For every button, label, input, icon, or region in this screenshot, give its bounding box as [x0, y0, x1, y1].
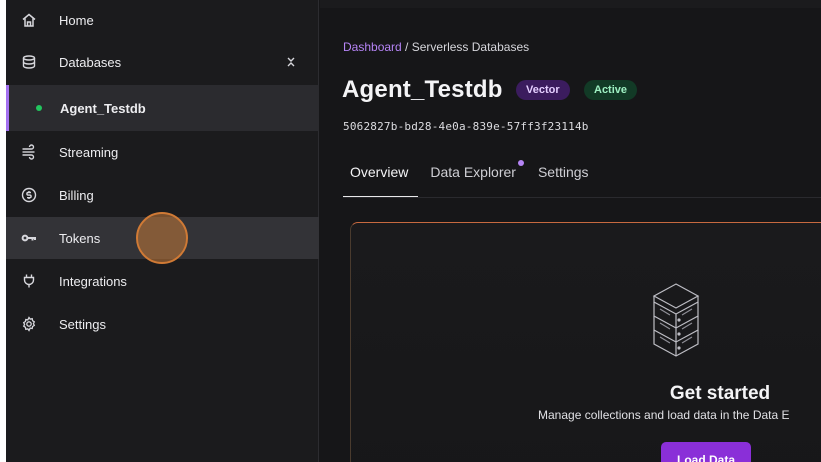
- chevron-collapse-icon[interactable]: [285, 54, 297, 70]
- gear-icon: [21, 316, 37, 332]
- tab-bar: Overview Data Explorer Settings: [343, 158, 611, 198]
- main-content: Dashboard / Serverless Databases Agent_T…: [320, 0, 821, 462]
- load-data-button[interactable]: Load Data: [661, 442, 751, 462]
- key-icon: [21, 230, 37, 246]
- tab-label: Settings: [537, 164, 589, 180]
- plug-icon: [21, 273, 37, 289]
- streaming-icon: [21, 144, 37, 160]
- sidebar-item-label: Agent_Testdb: [60, 100, 146, 116]
- tab-overview[interactable]: Overview: [343, 158, 419, 198]
- tab-label: Overview: [350, 164, 409, 180]
- sidebar-item-label: Tokens: [59, 230, 101, 246]
- sidebar-item-integrations[interactable]: Integrations: [6, 260, 319, 302]
- sidebar-item-label: Integrations: [59, 273, 127, 289]
- tab-label: Data Explorer: [430, 164, 516, 180]
- sidebar-item-label: Billing: [59, 187, 94, 203]
- empty-state-panel: [350, 222, 821, 462]
- sidebar-item-label: Settings: [59, 316, 106, 332]
- type-badge: Vector: [516, 80, 570, 100]
- breadcrumb-current: Serverless Databases: [411, 40, 530, 54]
- sidebar-item-billing[interactable]: Billing: [6, 174, 319, 216]
- breadcrumb: Dashboard / Serverless Databases: [343, 40, 529, 54]
- sidebar-item-home[interactable]: Home: [6, 0, 319, 40]
- empty-state-description: Manage collections and load data in the …: [538, 408, 790, 422]
- tab-settings[interactable]: Settings: [538, 158, 589, 198]
- status-dot: [36, 105, 42, 111]
- tab-divider: [343, 197, 821, 198]
- tab-data-explorer[interactable]: Data Explorer: [430, 158, 524, 198]
- page-title: Agent_Testdb: [342, 76, 503, 103]
- billing-icon: [21, 187, 37, 203]
- app-window: Home Databases Agent_Testdb Streaming Bi…: [6, 0, 821, 462]
- breadcrumb-separator: /: [401, 40, 412, 54]
- sidebar-item-agent-testdb[interactable]: Agent_Testdb: [6, 85, 319, 131]
- sidebar-item-label: Streaming: [59, 144, 119, 160]
- breadcrumb-dashboard-link[interactable]: Dashboard: [343, 40, 402, 54]
- empty-state-title: Get started: [669, 383, 771, 404]
- sidebar-item-label: Home: [59, 12, 94, 28]
- cursor-indicator: [136, 212, 188, 264]
- status-badge: Active: [584, 80, 638, 100]
- sidebar: Home Databases Agent_Testdb Streaming Bi…: [6, 0, 319, 462]
- top-bar: [320, 0, 821, 8]
- database-icon: [21, 54, 37, 70]
- database-id: 5062827b-bd28-4e0a-839e-57ff3f23114b: [343, 120, 589, 133]
- sidebar-item-settings[interactable]: Settings: [6, 303, 319, 345]
- sidebar-item-label: Databases: [59, 54, 122, 70]
- sidebar-item-streaming[interactable]: Streaming: [6, 131, 319, 173]
- sidebar-item-databases[interactable]: Databases: [6, 41, 319, 83]
- notification-dot: [517, 160, 524, 166]
- home-icon: [21, 12, 37, 28]
- server-stack-icon: [652, 283, 700, 357]
